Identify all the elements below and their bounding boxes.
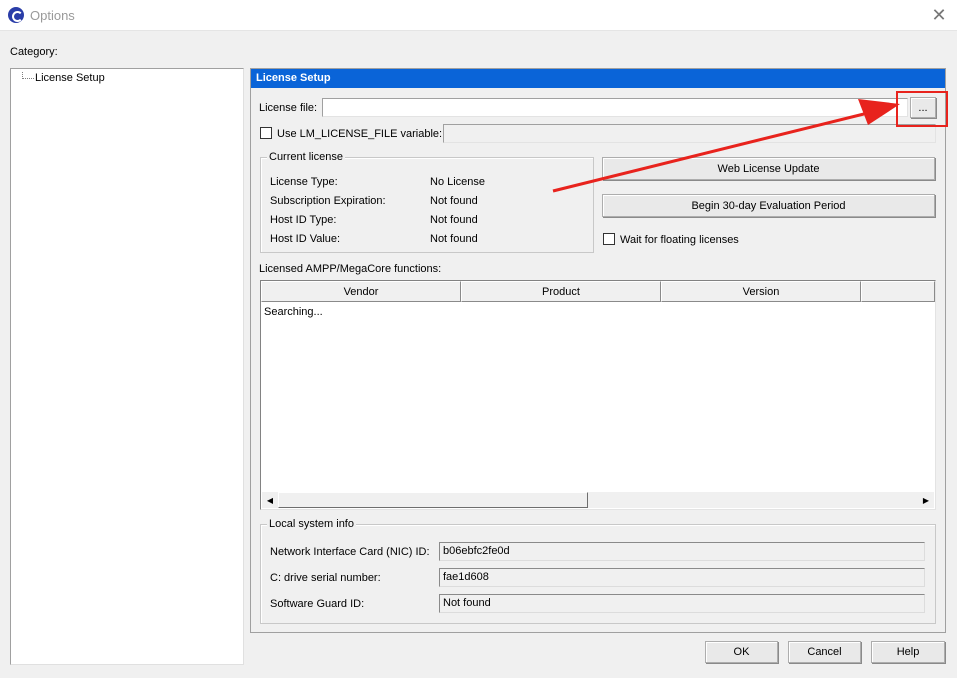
drive-serial-label: C: drive serial number: <box>270 572 381 584</box>
panel-header: License Setup <box>251 69 945 88</box>
software-guard-label: Software Guard ID: <box>270 598 365 610</box>
scroll-thumb[interactable] <box>278 492 588 508</box>
use-lm-license-checkbox[interactable] <box>260 127 272 139</box>
help-button[interactable]: Help <box>871 641 945 663</box>
searching-status: Searching... <box>264 306 323 318</box>
subscription-expiration-value: Not found <box>430 195 478 207</box>
ok-button[interactable]: OK <box>705 641 778 663</box>
begin-evaluation-button[interactable]: Begin 30-day Evaluation Period <box>602 194 935 217</box>
column-version[interactable]: Version <box>661 281 861 302</box>
subscription-expiration-key: Subscription Expiration: <box>270 195 386 207</box>
use-lm-license-label: Use LM_LICENSE_FILE variable: <box>277 128 443 140</box>
local-system-info-title: Local system info <box>267 518 356 530</box>
browse-license-button[interactable]: ... <box>910 97 936 118</box>
wait-floating-checkbox[interactable] <box>603 233 615 245</box>
drive-serial-field[interactable]: fae1d608 <box>439 568 925 587</box>
license-type-key: License Type: <box>270 176 338 188</box>
app-icon <box>8 7 24 23</box>
licensed-functions-list[interactable]: Vendor Product Version Searching... ◀ ▶ <box>260 280 936 510</box>
software-guard-field[interactable]: Not found <box>439 594 925 613</box>
host-id-value-key: Host ID Value: <box>270 233 341 245</box>
close-icon[interactable]: ✕ <box>929 5 949 25</box>
license-type-value: No License <box>430 176 486 188</box>
host-id-type-value: Not found <box>430 214 478 226</box>
licensed-functions-label: Licensed AMPP/MegaCore functions: <box>259 263 442 275</box>
column-vendor[interactable]: Vendor <box>261 281 461 302</box>
category-label: Category: <box>10 46 58 58</box>
scroll-left-icon[interactable]: ◀ <box>262 492 278 508</box>
cancel-button[interactable]: Cancel <box>788 641 861 663</box>
category-tree[interactable]: License Setup <box>10 68 244 665</box>
nic-id-label: Network Interface Card (NIC) ID: <box>270 546 430 558</box>
license-file-label: License file: <box>259 102 318 114</box>
host-id-value-value: Not found <box>430 233 478 245</box>
wait-floating-label: Wait for floating licenses <box>620 234 739 246</box>
host-id-type-key: Host ID Type: <box>270 214 337 226</box>
title-bar: Options ✕ <box>0 0 957 31</box>
nic-id-field[interactable]: b06ebfc2fe0d <box>439 542 925 561</box>
column-product[interactable]: Product <box>461 281 661 302</box>
web-license-update-button[interactable]: Web License Update <box>602 157 935 180</box>
tree-connector <box>22 72 34 79</box>
window-title: Options <box>30 8 75 23</box>
tree-item-license-setup[interactable]: License Setup <box>35 72 105 84</box>
current-license-title: Current license <box>267 151 345 163</box>
column-extra <box>861 281 935 302</box>
lm-license-file-input <box>443 124 936 143</box>
license-file-input[interactable] <box>322 98 908 117</box>
horizontal-scrollbar[interactable]: ◀ ▶ <box>262 492 934 508</box>
scroll-right-icon[interactable]: ▶ <box>918 492 934 508</box>
list-header: Vendor Product Version <box>261 281 935 302</box>
